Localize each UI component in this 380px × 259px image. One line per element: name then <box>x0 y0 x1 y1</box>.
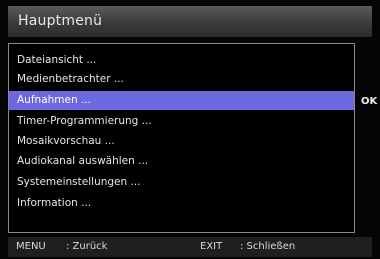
menu-item-mosaikvorschau[interactable]: Mosaikvorschau ... <box>9 132 354 151</box>
ok-hint: OK <box>361 96 378 107</box>
exit-key-label: EXIT <box>200 241 223 252</box>
exit-key-action: : Schließen <box>240 241 296 252</box>
menu-item-aufnahmen[interactable]: Aufnahmen ... <box>9 91 354 110</box>
main-menu-list: Dateiansicht ... Medienbetrachter ... Au… <box>8 43 355 233</box>
menu-title: Hauptmenü <box>18 13 103 29</box>
menu-item-medienbetrachter[interactable]: Medienbetrachter ... <box>9 70 354 89</box>
menu-item-timer-programmierung[interactable]: Timer-Programmierung ... <box>9 112 354 131</box>
menu-item-dateiansicht[interactable]: Dateiansicht ... <box>9 51 354 70</box>
menu-key-label: MENU <box>16 241 46 252</box>
menu-key-action: : Zurück <box>66 241 108 252</box>
title-bar: Hauptmenü <box>8 6 372 37</box>
menu-item-information[interactable]: Information ... <box>9 194 354 213</box>
footer-bar: MENU : Zurück EXIT : Schließen <box>8 237 372 257</box>
menu-item-systemeinstellungen[interactable]: Systemeinstellungen ... <box>9 173 354 192</box>
menu-item-audiokanal[interactable]: Audiokanal auswählen ... <box>9 152 354 171</box>
